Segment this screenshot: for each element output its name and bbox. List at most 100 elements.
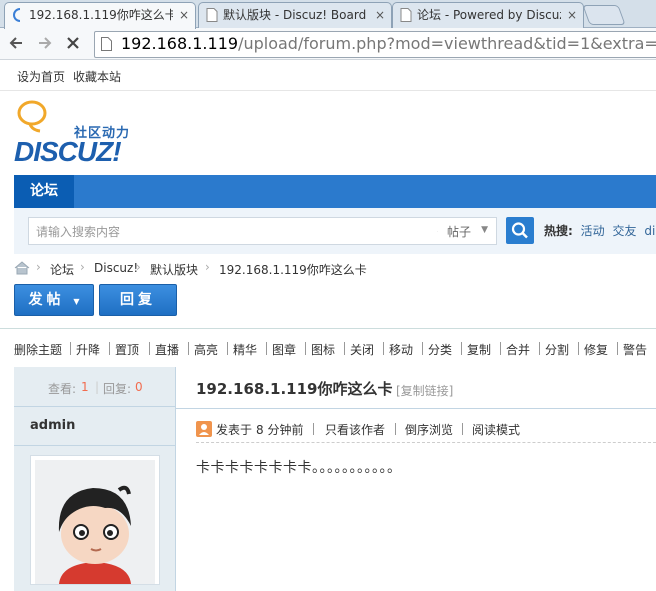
replies-label: 回复:	[103, 382, 132, 396]
forward-arrow-icon[interactable]	[37, 35, 53, 51]
divider	[266, 342, 267, 355]
mod-tool-button[interactable]: 直播	[155, 341, 179, 358]
breadcrumb-discuz[interactable]: Discuz!	[94, 261, 138, 275]
search-scope-select[interactable]: 帖子 ▼	[438, 217, 497, 245]
mod-tool-button[interactable]: 警告	[623, 341, 647, 358]
thread-title: 192.168.1.119你咋这么卡	[196, 380, 393, 398]
divider	[462, 423, 463, 435]
nav-forum-home[interactable]: 论坛	[14, 175, 74, 208]
divider	[395, 423, 396, 435]
page-icon	[206, 8, 218, 22]
divider	[344, 342, 345, 355]
views-label: 查看:	[48, 382, 77, 396]
page-icon	[101, 37, 112, 51]
hot-search-link[interactable]: di	[644, 224, 655, 238]
author-sidebar: 查看: 1 | 回复: 0 admin	[14, 367, 176, 591]
hot-searches: 热搜: 活动 交友 di	[544, 222, 655, 239]
mod-tool-button[interactable]: 高亮	[194, 341, 218, 358]
divider	[196, 442, 656, 443]
post-body: 卡卡卡卡卡卡卡卡。。。。。。。。。。。	[196, 460, 402, 476]
new-post-label: 发帖	[28, 292, 65, 308]
divider	[461, 342, 462, 355]
tab-close-icon[interactable]: ×	[567, 3, 577, 27]
divider	[539, 342, 540, 355]
only-author-link[interactable]: 只看该作者	[325, 421, 385, 438]
thread-stats: 查看: 1 | 回复: 0	[14, 367, 175, 407]
search-button[interactable]	[506, 217, 534, 244]
address-bar[interactable]: 192.168.1.119/upload/forum.php?mod=viewt…	[94, 31, 656, 58]
user-icon	[199, 424, 209, 435]
post-meta: 发表于 8 分钟前 只看该作者 倒序浏览 阅读模式	[196, 420, 656, 440]
tab-active-thread[interactable]: 192.168.1.119你咋这么卡 ×	[4, 2, 196, 29]
breadcrumb-forum[interactable]: 论坛	[50, 261, 74, 278]
breadcrumb-thread[interactable]: 192.168.1.119你咋这么卡	[219, 261, 367, 278]
mod-tool-button[interactable]: 图标	[311, 341, 335, 358]
new-post-button[interactable]: 发帖 ▼	[14, 284, 94, 316]
breadcrumb-separator-icon: ›	[80, 260, 85, 274]
divider	[578, 342, 579, 355]
read-mode-link[interactable]: 阅读模式	[472, 421, 520, 438]
hot-search-label: 热搜:	[544, 224, 573, 238]
mod-tool-button[interactable]: 分割	[545, 341, 569, 358]
breadcrumb-board[interactable]: 默认版块	[150, 261, 198, 278]
bookmark-set-homepage[interactable]: 设为首页	[17, 68, 65, 85]
author-name[interactable]: admin	[30, 418, 75, 433]
copy-link-button[interactable]: [复制链接]	[396, 382, 453, 399]
mod-tool-button[interactable]: 图章	[272, 341, 296, 358]
page-icon	[400, 8, 412, 22]
mod-tool-button[interactable]: 关闭	[350, 341, 374, 358]
divider	[617, 342, 618, 355]
tab-close-icon[interactable]: ×	[375, 3, 385, 27]
posted-time: 8 分钟前	[256, 423, 304, 437]
discuz-logo[interactable]: 社区动力 DISCUZ!	[14, 98, 154, 170]
tab-title: 默认版块 - Discuz! Board	[223, 8, 367, 22]
breadcrumb-separator-icon: ›	[36, 260, 41, 274]
stop-loading-icon[interactable]	[66, 36, 80, 50]
divider	[188, 342, 189, 355]
mod-tool-button[interactable]: 精华	[233, 341, 257, 358]
mod-tool-button[interactable]: 分类	[428, 341, 452, 358]
divider	[176, 408, 656, 409]
logo-wordmark: DISCUZ!	[14, 136, 122, 167]
tab-close-icon[interactable]: ×	[179, 3, 189, 27]
mod-tool-button[interactable]: 复制	[467, 341, 491, 358]
bookmark-add-favorite[interactable]: 收藏本站	[73, 68, 121, 85]
stats-divider: |	[95, 380, 100, 394]
divider	[149, 342, 150, 355]
divider	[14, 445, 175, 446]
browser-toolbar: 192.168.1.119/upload/forum.php?mod=viewt…	[0, 28, 656, 60]
divider	[422, 342, 423, 355]
search-input[interactable]: 请输入搜索内容	[28, 217, 447, 245]
url-host: 192.168.1.119	[121, 34, 239, 53]
hot-search-link[interactable]: 活动	[581, 224, 605, 238]
search-scope-value: 帖子	[447, 225, 472, 239]
main-nav-bar: 论坛	[14, 175, 656, 208]
new-tab-button[interactable]	[582, 5, 626, 25]
breadcrumb-separator-icon: ›	[136, 260, 141, 274]
home-icon[interactable]	[14, 261, 30, 275]
divider	[227, 342, 228, 355]
hot-search-link[interactable]: 交友	[612, 224, 636, 238]
moderation-toolbar: 删除主题 升降 置顶 直播 高亮 精华 图章 图标 关闭 移动 分类 复制 合并 分割 修复 警告	[0, 328, 656, 369]
search-placeholder: 请输入搜索内容	[36, 225, 121, 239]
mod-tool-button[interactable]: 置顶	[115, 341, 139, 358]
tab-forum[interactable]: 论坛 - Powered by Discuz! ×	[392, 2, 584, 28]
mod-tool-button[interactable]: 合并	[506, 341, 530, 358]
mod-tool-button[interactable]: 删除主题	[14, 341, 62, 358]
mod-tool-button[interactable]: 修复	[584, 341, 608, 358]
tab-default-board[interactable]: 默认版块 - Discuz! Board ×	[198, 2, 392, 28]
mod-tool-button[interactable]: 升降	[76, 341, 100, 358]
user-online-icon	[196, 421, 212, 437]
loading-spinner-icon	[13, 8, 21, 22]
avatar[interactable]	[30, 455, 160, 585]
divider	[70, 342, 71, 355]
url-path: /upload/forum.php?mod=viewthread&tid=1&e…	[238, 34, 656, 53]
chevron-down-icon: ▼	[73, 297, 80, 306]
reverse-view-link[interactable]: 倒序浏览	[405, 421, 453, 438]
search-bar: 请输入搜索内容 帖子 ▼ 热搜: 活动 交友 di	[14, 208, 656, 254]
reply-button[interactable]: 回复	[99, 284, 177, 316]
divider	[313, 423, 314, 435]
search-icon	[511, 222, 528, 239]
mod-tool-button[interactable]: 移动	[389, 341, 413, 358]
back-arrow-icon[interactable]	[8, 35, 24, 51]
